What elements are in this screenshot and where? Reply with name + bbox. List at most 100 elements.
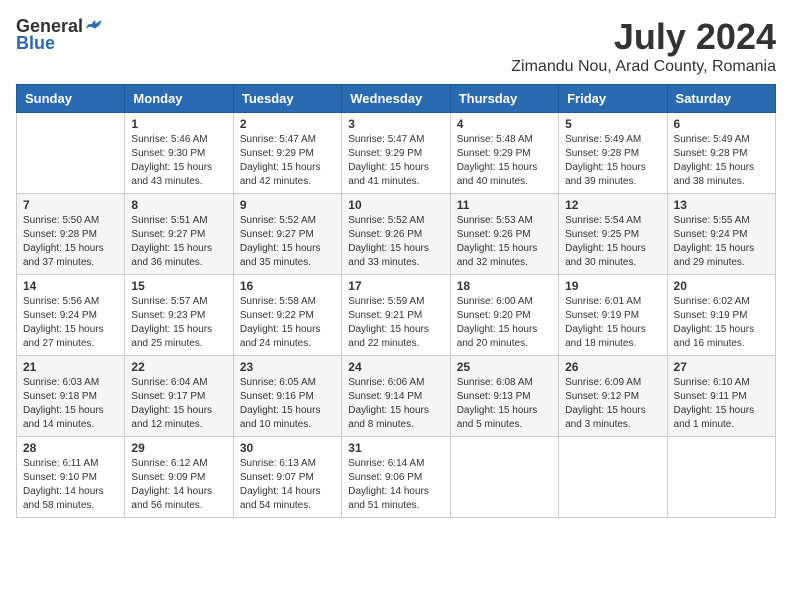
day-info: Sunrise: 5:53 AM Sunset: 9:26 PM Dayligh… [457,214,552,270]
day-number: 15 [131,279,226,293]
day-number: 4 [457,117,552,131]
calendar-week-row: 14Sunrise: 5:56 AM Sunset: 9:24 PM Dayli… [17,275,776,356]
calendar-cell: 15 Sunrise: 5:57 AM Sunset: 9:23 PM Dayli… [125,275,233,356]
day-info: Sunrise: 5:47 AM Sunset: 9:29 PM Dayligh… [348,133,443,189]
calendar-cell: 27 Sunrise: 6:10 AM Sunset: 9:11 PM Dayli… [667,356,775,437]
day-info: Sunrise: 6:13 AM Sunset: 9:07 PM Dayligh… [240,457,335,513]
day-info: Sunrise: 5:58 AM Sunset: 9:22 PM Dayligh… [240,295,335,351]
calendar-cell [450,437,558,518]
day-info: Sunrise: 5:48 AM Sunset: 9:29 PM Dayligh… [457,133,552,189]
calendar-cell: 13 Sunrise: 5:55 AM Sunset: 9:24 PM Dayli… [667,194,775,275]
calendar-cell: 14Sunrise: 5:56 AM Sunset: 9:24 PM Dayli… [17,275,125,356]
day-number: 14 [23,279,118,293]
calendar-week-row: 28 Sunrise: 6:11 AM Sunset: 9:10 PM Dayli… [17,437,776,518]
day-number: 16 [240,279,335,293]
calendar-header-row: SundayMondayTuesdayWednesdayThursdayFrid… [17,85,776,113]
day-info: Sunrise: 6:01 AM Sunset: 9:19 PM Dayligh… [565,295,660,351]
day-info: Sunrise: 5:49 AM Sunset: 9:28 PM Dayligh… [565,133,660,189]
calendar-week-row: 7 Sunrise: 5:50 AM Sunset: 9:28 PM Daylig… [17,194,776,275]
day-info: Sunrise: 6:10 AM Sunset: 9:11 PM Dayligh… [674,376,769,432]
calendar-cell: 23 Sunrise: 6:05 AM Sunset: 9:16 PM Dayli… [233,356,341,437]
day-number: 23 [240,360,335,374]
day-number: 5 [565,117,660,131]
day-number: 12 [565,198,660,212]
day-number: 18 [457,279,552,293]
day-number: 30 [240,441,335,455]
day-info: Sunrise: 5:51 AM Sunset: 9:27 PM Dayligh… [131,214,226,270]
day-info: Sunrise: 6:09 AM Sunset: 9:12 PM Dayligh… [565,376,660,432]
day-info: Sunrise: 5:55 AM Sunset: 9:24 PM Dayligh… [674,214,769,270]
day-info: Sunrise: 5:59 AM Sunset: 9:21 PM Dayligh… [348,295,443,351]
calendar-cell: 22 Sunrise: 6:04 AM Sunset: 9:17 PM Dayli… [125,356,233,437]
day-info: Sunrise: 5:49 AM Sunset: 9:28 PM Dayligh… [674,133,769,189]
logo-blue: Blue [16,33,55,54]
day-number: 31 [348,441,443,455]
calendar-cell: 2 Sunrise: 5:47 AM Sunset: 9:29 PM Daylig… [233,113,341,194]
calendar-cell: 16 Sunrise: 5:58 AM Sunset: 9:22 PM Dayli… [233,275,341,356]
calendar-cell: 19 Sunrise: 6:01 AM Sunset: 9:19 PM Dayli… [559,275,667,356]
calendar-cell: 24Sunrise: 6:06 AM Sunset: 9:14 PM Dayli… [342,356,450,437]
day-info: Sunrise: 5:47 AM Sunset: 9:29 PM Dayligh… [240,133,335,189]
calendar-cell: 12 Sunrise: 5:54 AM Sunset: 9:25 PM Dayli… [559,194,667,275]
day-info: Sunrise: 6:04 AM Sunset: 9:17 PM Dayligh… [131,376,226,432]
day-info: Sunrise: 5:54 AM Sunset: 9:25 PM Dayligh… [565,214,660,270]
day-info: Sunrise: 6:05 AM Sunset: 9:16 PM Dayligh… [240,376,335,432]
day-info: Sunrise: 5:52 AM Sunset: 9:26 PM Dayligh… [348,214,443,270]
calendar-cell: 11 Sunrise: 5:53 AM Sunset: 9:26 PM Dayli… [450,194,558,275]
day-info: Sunrise: 5:52 AM Sunset: 9:27 PM Dayligh… [240,214,335,270]
day-number: 27 [674,360,769,374]
calendar-cell: 8 Sunrise: 5:51 AM Sunset: 9:27 PM Daylig… [125,194,233,275]
calendar-cell: 29 Sunrise: 6:12 AM Sunset: 9:09 PM Dayli… [125,437,233,518]
weekday-header-wednesday: Wednesday [342,85,450,113]
calendar-cell: 20Sunrise: 6:02 AM Sunset: 9:19 PM Dayli… [667,275,775,356]
page-header: General Blue July 2024 Zimandu Nou, Arad… [16,16,776,76]
day-info: Sunrise: 5:57 AM Sunset: 9:23 PM Dayligh… [131,295,226,351]
calendar-cell: 7 Sunrise: 5:50 AM Sunset: 9:28 PM Daylig… [17,194,125,275]
weekday-header-sunday: Sunday [17,85,125,113]
calendar-cell: 1 Sunrise: 5:46 AM Sunset: 9:30 PM Daylig… [125,113,233,194]
day-number: 19 [565,279,660,293]
calendar-cell: 25Sunrise: 6:08 AM Sunset: 9:13 PM Dayli… [450,356,558,437]
calendar-cell [559,437,667,518]
calendar-cell: 18 Sunrise: 6:00 AM Sunset: 9:20 PM Dayli… [450,275,558,356]
day-number: 17 [348,279,443,293]
calendar-cell: 28 Sunrise: 6:11 AM Sunset: 9:10 PM Dayli… [17,437,125,518]
calendar-cell: 30 Sunrise: 6:13 AM Sunset: 9:07 PM Dayli… [233,437,341,518]
calendar-cell: 4 Sunrise: 5:48 AM Sunset: 9:29 PM Daylig… [450,113,558,194]
day-number: 3 [348,117,443,131]
calendar-week-row: 1 Sunrise: 5:46 AM Sunset: 9:30 PM Daylig… [17,113,776,194]
calendar-cell: 6Sunrise: 5:49 AM Sunset: 9:28 PM Daylig… [667,113,775,194]
day-info: Sunrise: 5:46 AM Sunset: 9:30 PM Dayligh… [131,133,226,189]
calendar-cell: 9Sunrise: 5:52 AM Sunset: 9:27 PM Daylig… [233,194,341,275]
day-info: Sunrise: 6:11 AM Sunset: 9:10 PM Dayligh… [23,457,118,513]
day-number: 13 [674,198,769,212]
calendar-cell: 26 Sunrise: 6:09 AM Sunset: 9:12 PM Dayli… [559,356,667,437]
weekday-header-monday: Monday [125,85,233,113]
day-info: Sunrise: 6:08 AM Sunset: 9:13 PM Dayligh… [457,376,552,432]
day-number: 28 [23,441,118,455]
day-number: 2 [240,117,335,131]
calendar-cell [667,437,775,518]
day-info: Sunrise: 6:00 AM Sunset: 9:20 PM Dayligh… [457,295,552,351]
day-number: 26 [565,360,660,374]
day-number: 10 [348,198,443,212]
calendar-cell: 17 Sunrise: 5:59 AM Sunset: 9:21 PM Dayli… [342,275,450,356]
day-info: Sunrise: 5:50 AM Sunset: 9:28 PM Dayligh… [23,214,118,270]
day-number: 11 [457,198,552,212]
weekday-header-tuesday: Tuesday [233,85,341,113]
day-number: 1 [131,117,226,131]
calendar-cell: 21Sunrise: 6:03 AM Sunset: 9:18 PM Dayli… [17,356,125,437]
day-number: 21 [23,360,118,374]
day-number: 7 [23,198,118,212]
calendar-cell: 3 Sunrise: 5:47 AM Sunset: 9:29 PM Daylig… [342,113,450,194]
day-number: 20 [674,279,769,293]
day-number: 22 [131,360,226,374]
day-number: 29 [131,441,226,455]
day-info: Sunrise: 6:12 AM Sunset: 9:09 PM Dayligh… [131,457,226,513]
calendar-cell: 5 Sunrise: 5:49 AM Sunset: 9:28 PM Daylig… [559,113,667,194]
weekday-header-friday: Friday [559,85,667,113]
title-section: July 2024 Zimandu Nou, Arad County, Roma… [511,16,776,76]
calendar-cell: 31Sunrise: 6:14 AM Sunset: 9:06 PM Dayli… [342,437,450,518]
logo-bird-icon [85,17,105,37]
day-number: 8 [131,198,226,212]
